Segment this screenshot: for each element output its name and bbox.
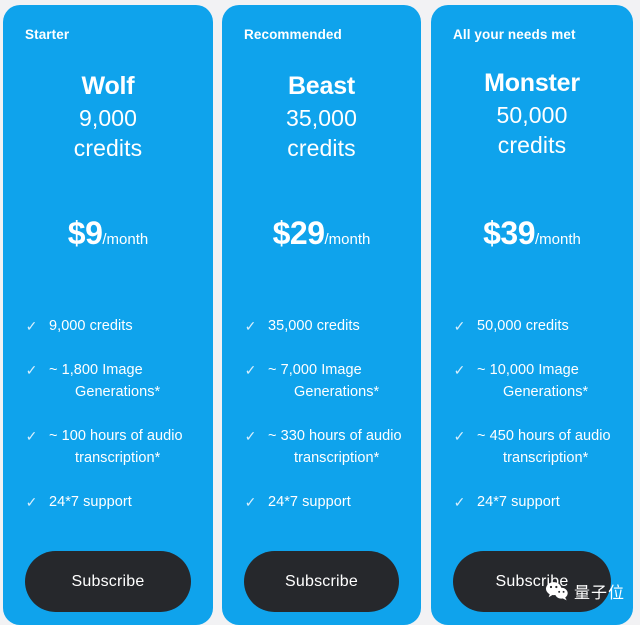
check-icon: ✓ bbox=[244, 362, 257, 378]
plan-feature-list: ✓ 35,000 credits ✓ ~ 7,000 Image Generat… bbox=[242, 315, 407, 535]
feature-label: ~ 1,800 Image Generations* bbox=[49, 362, 161, 400]
plan-heading: Wolf 9,000 credits bbox=[3, 71, 213, 163]
pricing-card-wolf[interactable]: Starter Wolf 9,000 credits $9/month ✓ 9,… bbox=[3, 5, 213, 625]
pricing-card-beast[interactable]: Recommended Beast 35,000 credits $29/mon… bbox=[222, 5, 421, 625]
plan-feature-list: ✓ 9,000 credits ✓ ~ 1,800 Image Generati… bbox=[23, 315, 199, 535]
plan-price: $39/month bbox=[431, 215, 633, 252]
list-item: ✓ ~ 7,000 Image Generations* bbox=[242, 359, 407, 403]
plan-credits: 9,000 credits bbox=[3, 103, 213, 163]
plan-badge: All your needs met bbox=[453, 27, 576, 42]
subscribe-button[interactable]: Subscribe bbox=[25, 551, 191, 612]
feature-label: ~ 100 hours of audio transcription* bbox=[49, 428, 183, 466]
subscribe-button[interactable]: Subscribe bbox=[244, 551, 399, 612]
feature-label: ~ 330 hours of audio transcription* bbox=[268, 428, 402, 466]
feature-label: 35,000 credits bbox=[268, 318, 360, 334]
plan-credits: 50,000 credits bbox=[431, 100, 633, 160]
plan-price-period: /month bbox=[102, 231, 149, 248]
feature-label: 24*7 support bbox=[477, 494, 560, 510]
list-item: ✓ ~ 450 hours of audio transcription* bbox=[451, 425, 619, 469]
plan-heading: Monster 50,000 credits bbox=[431, 68, 633, 160]
plan-name: Wolf bbox=[81, 72, 135, 100]
plan-price-amount: $9 bbox=[67, 215, 103, 251]
list-item: ✓ ~ 100 hours of audio transcription* bbox=[23, 425, 199, 469]
plan-price-amount: $39 bbox=[483, 215, 536, 251]
plan-badge: Recommended bbox=[244, 27, 342, 42]
list-item: ✓ ~ 10,000 Image Generations* bbox=[451, 359, 619, 403]
plan-badge: Starter bbox=[25, 27, 70, 42]
plan-credits-amount: 9,000 bbox=[78, 105, 138, 131]
plan-credits-amount: 50,000 bbox=[496, 102, 568, 128]
list-item: ✓ 9,000 credits bbox=[23, 315, 199, 337]
check-icon: ✓ bbox=[25, 362, 38, 378]
plan-price: $9/month bbox=[3, 215, 213, 252]
plan-heading: Beast 35,000 credits bbox=[222, 71, 421, 163]
check-icon: ✓ bbox=[453, 318, 466, 334]
feature-label: ~ 10,000 Image Generations* bbox=[477, 362, 589, 400]
pricing-card-monster[interactable]: All your needs met Monster 50,000 credit… bbox=[431, 5, 633, 625]
plan-name: Monster bbox=[484, 69, 580, 97]
feature-label: 24*7 support bbox=[268, 494, 351, 510]
plan-credits-unit: credits bbox=[497, 132, 567, 158]
list-item: ✓ 24*7 support bbox=[451, 491, 619, 513]
plan-price-period: /month bbox=[324, 231, 371, 248]
feature-label: 24*7 support bbox=[49, 494, 132, 510]
list-item: ✓ 50,000 credits bbox=[451, 315, 619, 337]
check-icon: ✓ bbox=[244, 318, 257, 334]
plan-price: $29/month bbox=[222, 215, 421, 252]
plan-name: Beast bbox=[287, 72, 356, 100]
check-icon: ✓ bbox=[25, 428, 38, 444]
list-item: ✓ ~ 1,800 Image Generations* bbox=[23, 359, 199, 403]
plan-price-period: /month bbox=[535, 231, 581, 248]
feature-label: ~ 7,000 Image Generations* bbox=[268, 362, 380, 400]
check-icon: ✓ bbox=[453, 362, 466, 378]
check-icon: ✓ bbox=[25, 318, 38, 334]
pricing-plans-container: Starter Wolf 9,000 credits $9/month ✓ 9,… bbox=[0, 0, 640, 625]
plan-credits-amount: 35,000 bbox=[286, 105, 357, 131]
plan-price-amount: $29 bbox=[272, 215, 325, 251]
feature-label: ~ 450 hours of audio transcription* bbox=[477, 428, 611, 466]
list-item: ✓ ~ 330 hours of audio transcription* bbox=[242, 425, 407, 469]
plan-credits-unit: credits bbox=[73, 135, 143, 161]
feature-label: 50,000 credits bbox=[477, 318, 569, 334]
list-item: ✓ 35,000 credits bbox=[242, 315, 407, 337]
plan-credits: 35,000 credits bbox=[222, 103, 421, 163]
list-item: ✓ 24*7 support bbox=[242, 491, 407, 513]
check-icon: ✓ bbox=[453, 428, 466, 444]
subscribe-button[interactable]: Subscribe bbox=[453, 551, 611, 612]
check-icon: ✓ bbox=[25, 494, 38, 510]
plan-feature-list: ✓ 50,000 credits ✓ ~ 10,000 Image Genera… bbox=[451, 315, 619, 535]
plan-credits-unit: credits bbox=[287, 135, 356, 161]
check-icon: ✓ bbox=[244, 428, 257, 444]
list-item: ✓ 24*7 support bbox=[23, 491, 199, 513]
check-icon: ✓ bbox=[244, 494, 257, 510]
feature-label: 9,000 credits bbox=[49, 318, 133, 334]
check-icon: ✓ bbox=[453, 494, 466, 510]
